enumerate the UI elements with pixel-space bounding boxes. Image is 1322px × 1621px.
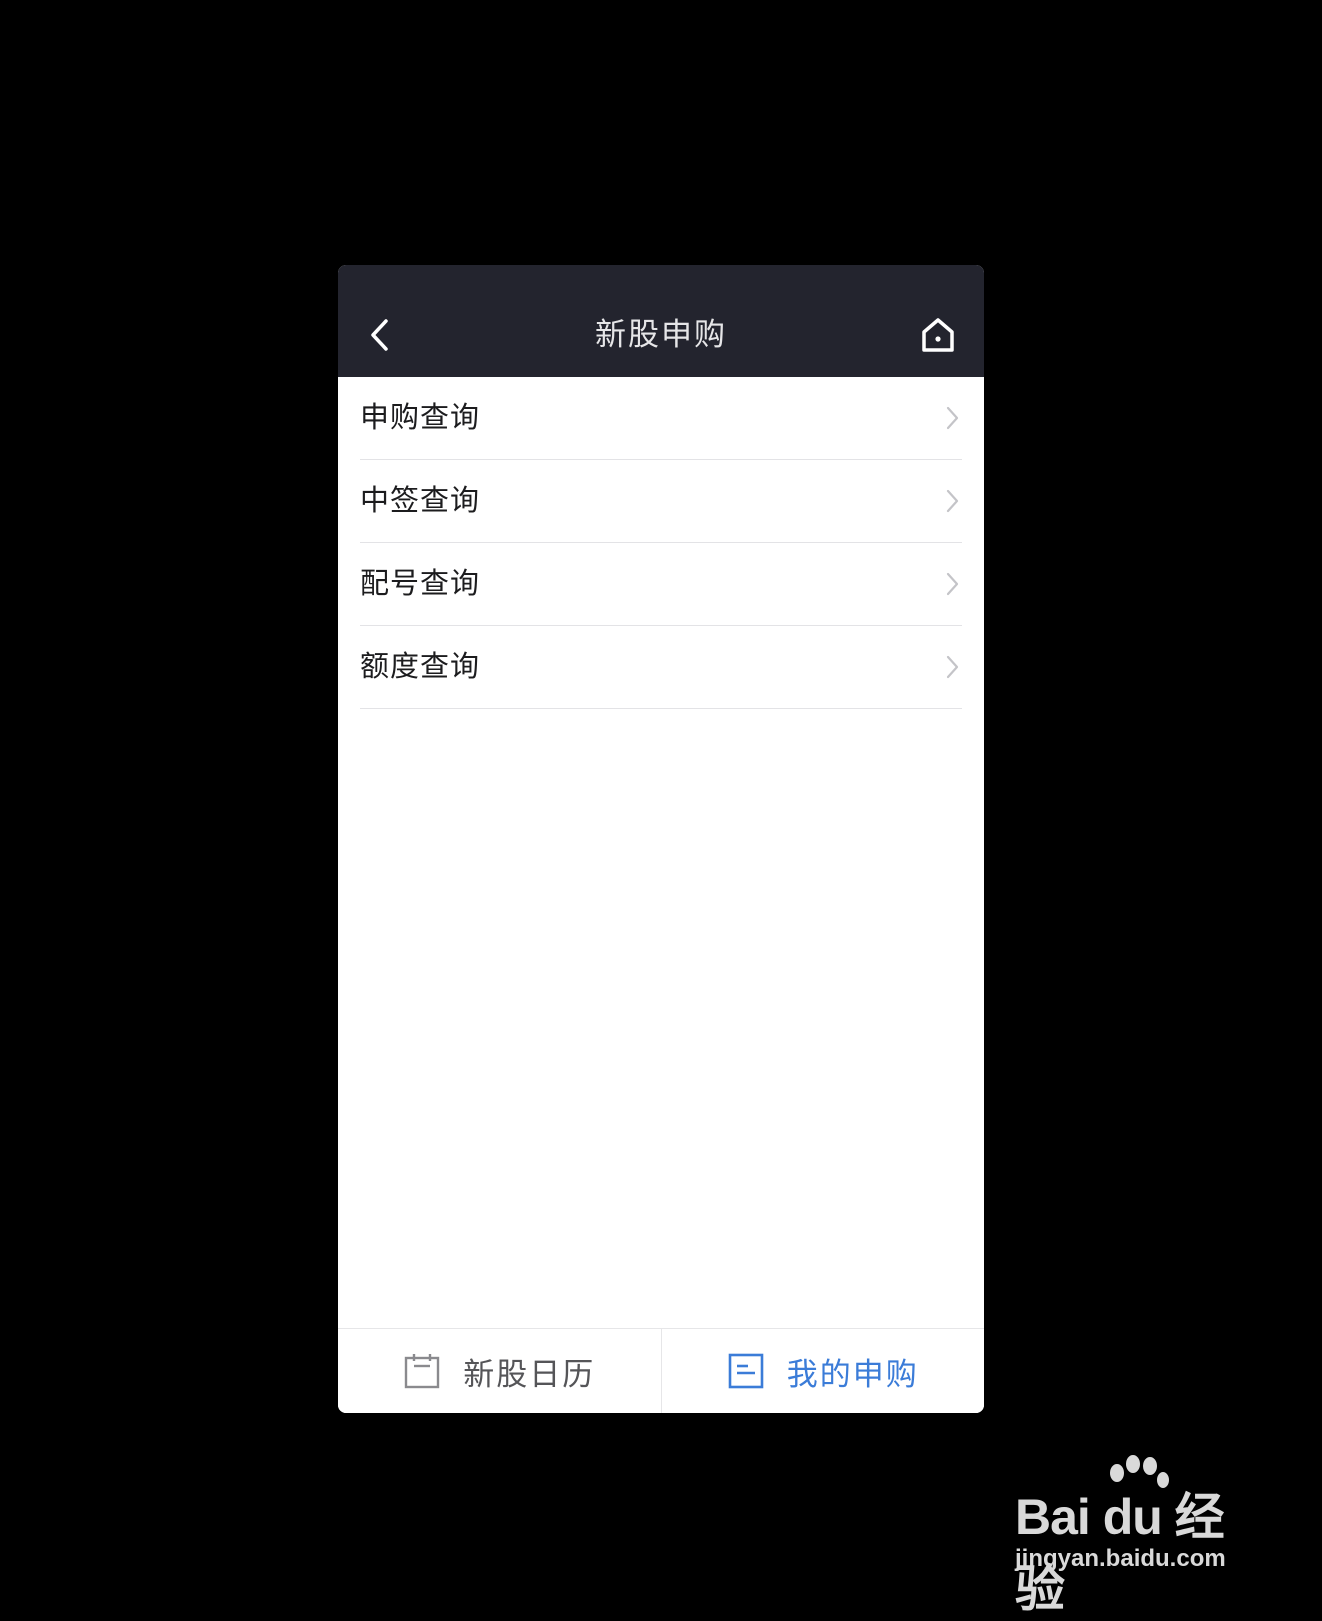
menu-item-winning-query[interactable]: 中签查询	[360, 460, 962, 543]
menu-item-label: 配号查询	[360, 566, 481, 600]
tab-label: 新股日历	[463, 1356, 596, 1393]
phone-screen: 新股申购 申购查询 中签查询 配号查询 额度查询 新股日历 我的申购	[338, 265, 984, 1413]
chevron-right-icon	[946, 655, 959, 679]
page-title: 新股申购	[595, 317, 727, 353]
baidu-jingyan-watermark: Bai du 经验 jingyan.baidu.com	[1015, 1455, 1260, 1617]
tab-my-subscriptions[interactable]: 我的申购	[660, 1329, 985, 1413]
menu-item-allocation-number-query[interactable]: 配号查询	[360, 543, 962, 626]
menu-item-label: 中签查询	[360, 483, 481, 517]
calendar-icon	[405, 1354, 440, 1389]
query-menu: 申购查询 中签查询 配号查询 额度查询	[338, 377, 984, 709]
home-icon[interactable]	[918, 315, 958, 355]
chevron-right-icon	[946, 572, 959, 596]
menu-item-label: 申购查询	[360, 400, 481, 434]
navigation-bar: 新股申购	[338, 265, 984, 377]
menu-item-quota-query[interactable]: 额度查询	[360, 626, 962, 709]
menu-item-subscription-query[interactable]: 申购查询	[360, 377, 962, 460]
tab-label: 我的申购	[786, 1356, 919, 1393]
watermark-url: jingyan.baidu.com	[1015, 1545, 1226, 1572]
menu-item-label: 额度查询	[360, 649, 481, 683]
document-icon	[728, 1353, 764, 1389]
tab-ipo-calendar[interactable]: 新股日历	[338, 1329, 661, 1413]
chevron-right-icon	[946, 489, 959, 513]
bottom-tab-bar: 新股日历 我的申购	[338, 1328, 984, 1413]
chevron-right-icon	[946, 406, 959, 430]
